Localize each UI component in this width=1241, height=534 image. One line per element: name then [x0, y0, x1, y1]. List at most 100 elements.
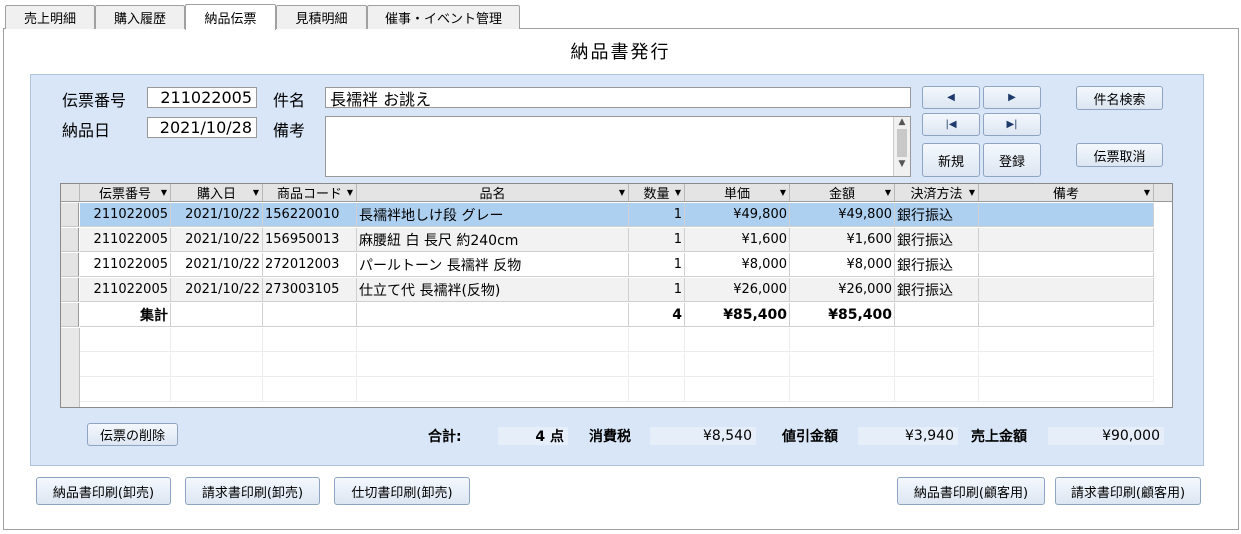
table-cell[interactable]: 仕立て代 長襦袢(反物) — [357, 278, 629, 302]
empty-cell — [979, 353, 1154, 377]
col-remarks[interactable]: 備考 ▼ — [979, 184, 1154, 202]
col-purchase-date[interactable]: 購入日 ▼ — [171, 184, 263, 202]
last-record-button[interactable]: ▶| — [983, 113, 1041, 136]
table-cell[interactable]: 1 — [629, 278, 685, 302]
row-selector[interactable] — [61, 253, 79, 277]
empty-cell — [171, 378, 263, 402]
delivery-date-field[interactable]: 2021/10/28 — [147, 117, 257, 138]
tab-event-management[interactable]: 催事・イベント管理 — [367, 5, 520, 29]
first-record-button[interactable]: |◀ — [922, 113, 980, 136]
table-cell[interactable]: 銀行振込 — [895, 203, 979, 227]
sort-arrow-icon[interactable]: ▼ — [675, 188, 681, 197]
table-cell[interactable]: 2021/10/22 — [171, 228, 263, 252]
col-payment[interactable]: 決済方法 ▼ — [895, 184, 979, 202]
table-cell[interactable]: 2021/10/22 — [171, 203, 263, 227]
table-cell[interactable]: 272012003 — [263, 253, 357, 277]
sort-arrow-icon[interactable]: ▼ — [885, 188, 891, 197]
col-amount[interactable]: 金額 ▼ — [790, 184, 895, 202]
grid-header-spacer — [1154, 184, 1172, 202]
table-cell[interactable] — [979, 228, 1154, 252]
subject-label: 件名 — [273, 91, 306, 110]
table-cell[interactable]: 211022005 — [80, 253, 171, 277]
print-delivery-customer-button[interactable]: 納品書印刷(顧客用) — [897, 477, 1045, 505]
sort-arrow-icon[interactable]: ▼ — [780, 188, 786, 197]
memo-textarea[interactable] — [325, 116, 911, 177]
tab-sales-detail[interactable]: 売上明細 — [5, 5, 95, 29]
table-cell[interactable]: パールトーン 長襦袢 反物 — [357, 253, 629, 277]
print-invoice-wholesale-button[interactable]: 請求書印刷(卸売) — [185, 477, 320, 505]
memo-scrollbar[interactable]: ▲ ▼ — [893, 117, 910, 176]
table-cell[interactable]: 211022005 — [80, 203, 171, 227]
col-product-code[interactable]: 商品コード ▼ — [263, 184, 357, 202]
col-quantity[interactable]: 数量 ▼ — [629, 184, 685, 202]
table-cell[interactable]: ¥26,000 — [790, 278, 895, 302]
table-cell[interactable]: 長襦袢地しけ段 グレー — [357, 203, 629, 227]
tab-delivery-slip[interactable]: 納品伝票 — [185, 4, 276, 30]
table-cell[interactable]: ¥8,000 — [685, 253, 790, 277]
sort-arrow-icon[interactable]: ▼ — [619, 188, 625, 197]
sort-arrow-icon[interactable]: ▼ — [969, 188, 975, 197]
subject-field[interactable]: 長襦袢 お誂え — [325, 87, 911, 109]
empty-cell — [790, 353, 895, 377]
print-invoice-customer-button[interactable]: 請求書印刷(顧客用) — [1055, 477, 1201, 505]
table-cell[interactable]: 銀行振込 — [895, 253, 979, 277]
new-button[interactable]: 新規 — [922, 143, 980, 177]
scroll-down-icon[interactable]: ▼ — [894, 159, 910, 169]
table-cell[interactable]: 銀行振込 — [895, 278, 979, 302]
cancel-slip-button[interactable]: 伝票取消 — [1076, 143, 1163, 167]
table-cell[interactable]: 銀行振込 — [895, 228, 979, 252]
slip-no-field[interactable]: 211022005 — [147, 87, 257, 108]
row-selector[interactable] — [61, 278, 79, 302]
empty-cell — [629, 353, 685, 377]
col-unit-price[interactable]: 単価 ▼ — [685, 184, 790, 202]
empty-cell — [263, 378, 357, 402]
row-selector[interactable] — [61, 203, 79, 227]
table-cell[interactable] — [979, 253, 1154, 277]
scroll-up-icon[interactable]: ▲ — [894, 117, 910, 127]
table-cell[interactable]: 麻腰紐 白 長尺 約240cm — [357, 228, 629, 252]
slip-no-label: 伝票番号 — [62, 91, 127, 110]
table-cell[interactable]: ¥8,000 — [790, 253, 895, 277]
grid-corner[interactable] — [61, 184, 80, 202]
table-cell[interactable] — [979, 203, 1154, 227]
table-cell[interactable]: 2021/10/22 — [171, 253, 263, 277]
table-cell[interactable]: ¥1,600 — [685, 228, 790, 252]
scroll-thumb[interactable] — [897, 129, 907, 157]
print-statement-wholesale-button[interactable]: 仕切書印刷(卸売) — [334, 477, 470, 505]
summary-cell — [895, 303, 979, 327]
col-unit-price-label: 単価 — [723, 187, 750, 202]
table-cell[interactable] — [979, 278, 1154, 302]
print-delivery-wholesale-button[interactable]: 納品書印刷(卸売) — [36, 477, 171, 505]
delete-slip-button[interactable]: 伝票の削除 — [87, 423, 178, 446]
table-cell[interactable]: ¥49,800 — [685, 203, 790, 227]
table-cell[interactable]: 211022005 — [80, 228, 171, 252]
table-cell[interactable]: ¥49,800 — [790, 203, 895, 227]
prev-record-button[interactable]: ◀ — [922, 86, 980, 109]
table-cell[interactable]: 2021/10/22 — [171, 278, 263, 302]
register-button[interactable]: 登録 — [983, 143, 1041, 177]
sort-arrow-icon[interactable]: ▼ — [1144, 188, 1150, 197]
table-cell[interactable]: 273003105 — [263, 278, 357, 302]
table-cell[interactable]: 156220010 — [263, 203, 357, 227]
sort-arrow-icon[interactable]: ▼ — [253, 188, 259, 197]
sort-arrow-icon[interactable]: ▼ — [161, 188, 167, 197]
sort-arrow-icon[interactable]: ▼ — [347, 188, 353, 197]
table-cell[interactable]: 156950013 — [263, 228, 357, 252]
tab-purchase-history[interactable]: 購入履歴 — [95, 5, 185, 29]
table-cell[interactable]: 1 — [629, 228, 685, 252]
tab-estimate-detail[interactable]: 見積明細 — [276, 5, 367, 29]
table-cell[interactable]: 211022005 — [80, 278, 171, 302]
table-cell[interactable]: 1 — [629, 203, 685, 227]
table-cell[interactable]: ¥26,000 — [685, 278, 790, 302]
col-slip-no[interactable]: 伝票番号 ▼ — [80, 184, 171, 202]
summary-cell — [979, 303, 1154, 327]
table-cell[interactable]: ¥1,600 — [790, 228, 895, 252]
table-cell[interactable]: 1 — [629, 253, 685, 277]
row-selector[interactable] — [61, 228, 79, 252]
next-record-button[interactable]: ▶ — [983, 86, 1041, 109]
empty-cell — [171, 353, 263, 377]
subject-search-button[interactable]: 件名検索 — [1076, 86, 1163, 110]
col-item-name[interactable]: 品名 ▼ — [357, 184, 629, 202]
row-selector[interactable] — [61, 303, 79, 327]
form-title: 納品書発行 — [570, 42, 671, 63]
